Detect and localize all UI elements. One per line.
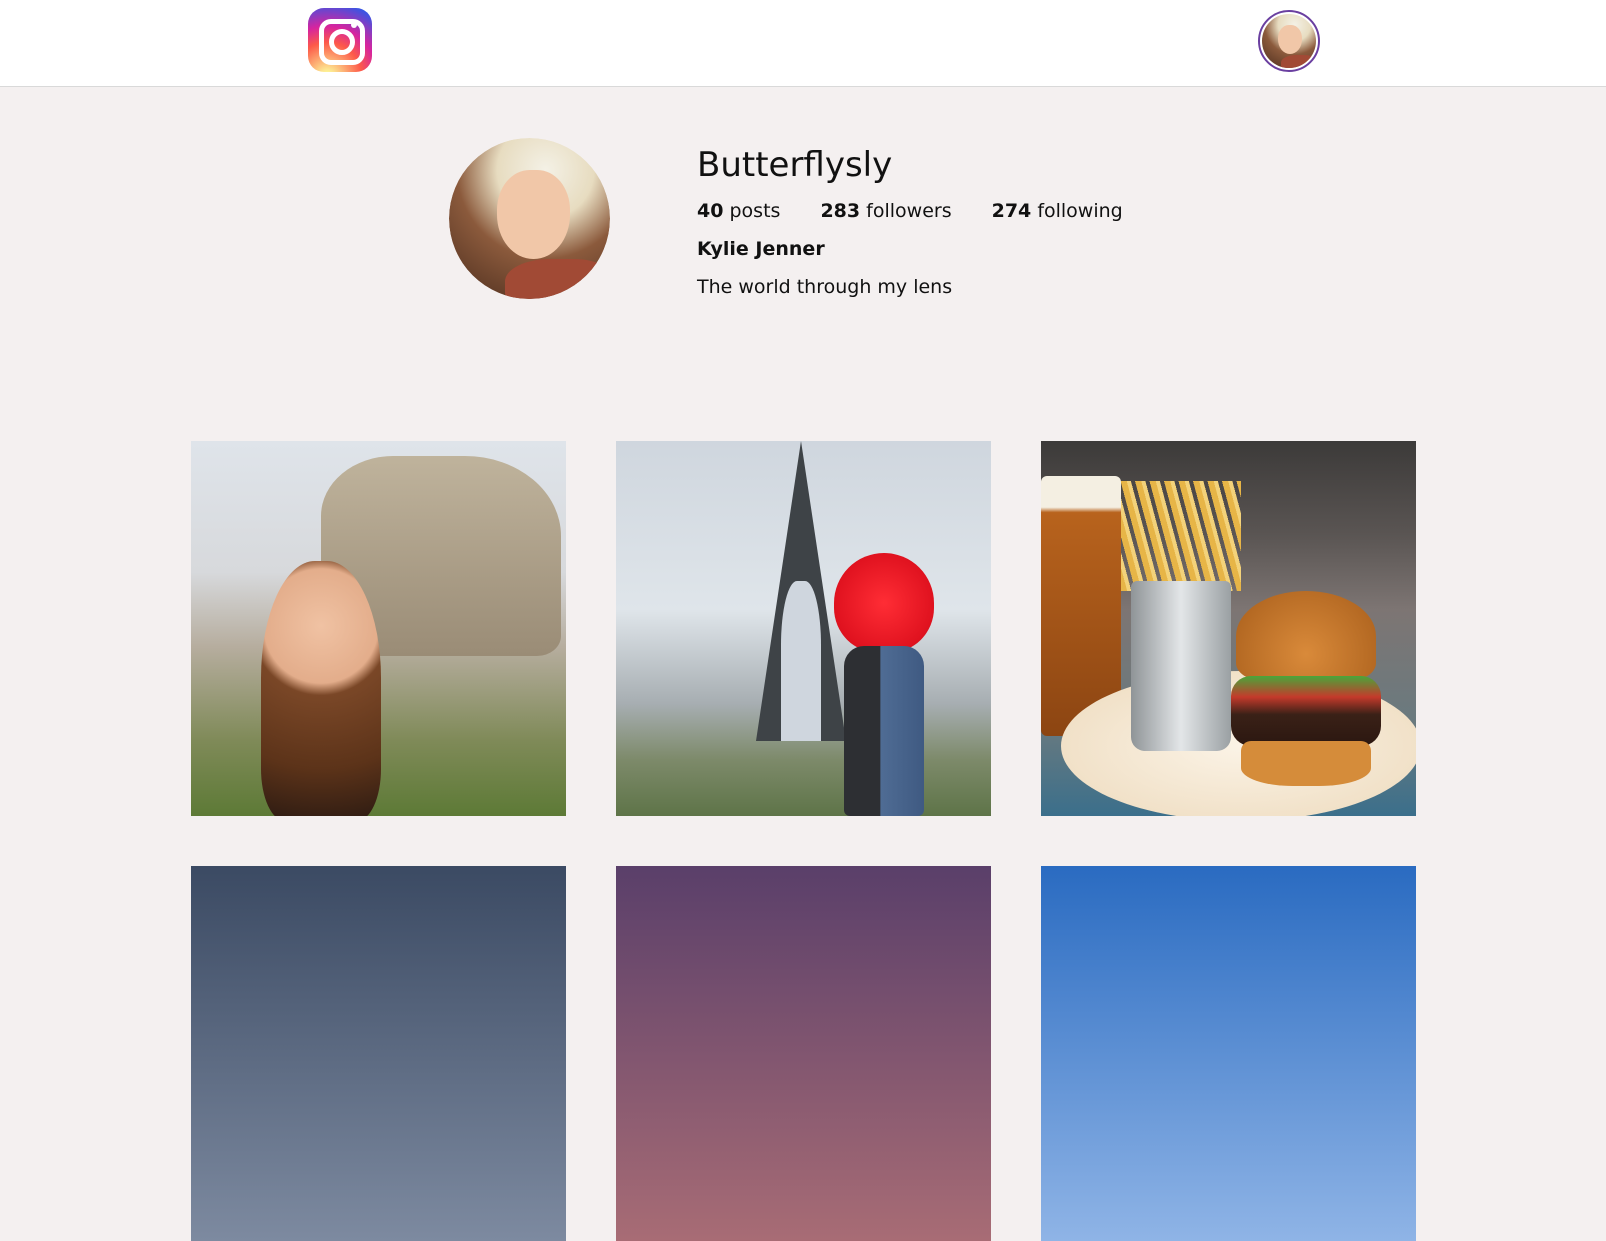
profile-username: Butterflysly — [697, 145, 893, 185]
stat-posts-count: 40 — [697, 200, 724, 222]
post-grid — [191, 441, 1416, 1241]
post-thumbnail[interactable] — [1041, 866, 1416, 1241]
profile-avatar-image — [449, 138, 610, 299]
profile-info: Butterflysly 40 posts 283 followers 274 … — [697, 140, 1123, 298]
profile-picture[interactable] — [449, 138, 610, 299]
camera-lens — [329, 29, 355, 55]
nav-user-avatar[interactable] — [1258, 10, 1320, 72]
stat-posts-label: posts — [729, 200, 781, 222]
stat-followers-count: 283 — [820, 200, 861, 222]
post-thumbnail[interactable] — [191, 866, 566, 1241]
post-thumbnail[interactable] — [616, 866, 991, 1241]
top-navigation-bar — [0, 0, 1606, 87]
profile-stats: 40 posts 283 followers 274 following — [697, 200, 1123, 222]
post-thumbnail[interactable] — [191, 441, 566, 816]
avatar-image — [1262, 14, 1316, 68]
stat-posts: 40 posts — [697, 200, 780, 222]
profile-bio: The world through my lens — [697, 276, 953, 298]
stat-following-count: 274 — [991, 200, 1032, 222]
camera-flash-dot — [351, 22, 357, 28]
profile-full-name: Kylie Jenner — [697, 238, 825, 260]
stat-following[interactable]: 274 following — [992, 200, 1123, 222]
post-thumbnail[interactable] — [616, 441, 991, 816]
stat-followers-label: followers — [866, 200, 952, 222]
stat-following-label: following — [1037, 200, 1123, 222]
instagram-logo-icon[interactable] — [308, 8, 372, 72]
post-thumbnail[interactable] — [1041, 441, 1416, 816]
stat-followers[interactable]: 283 followers — [820, 200, 951, 222]
